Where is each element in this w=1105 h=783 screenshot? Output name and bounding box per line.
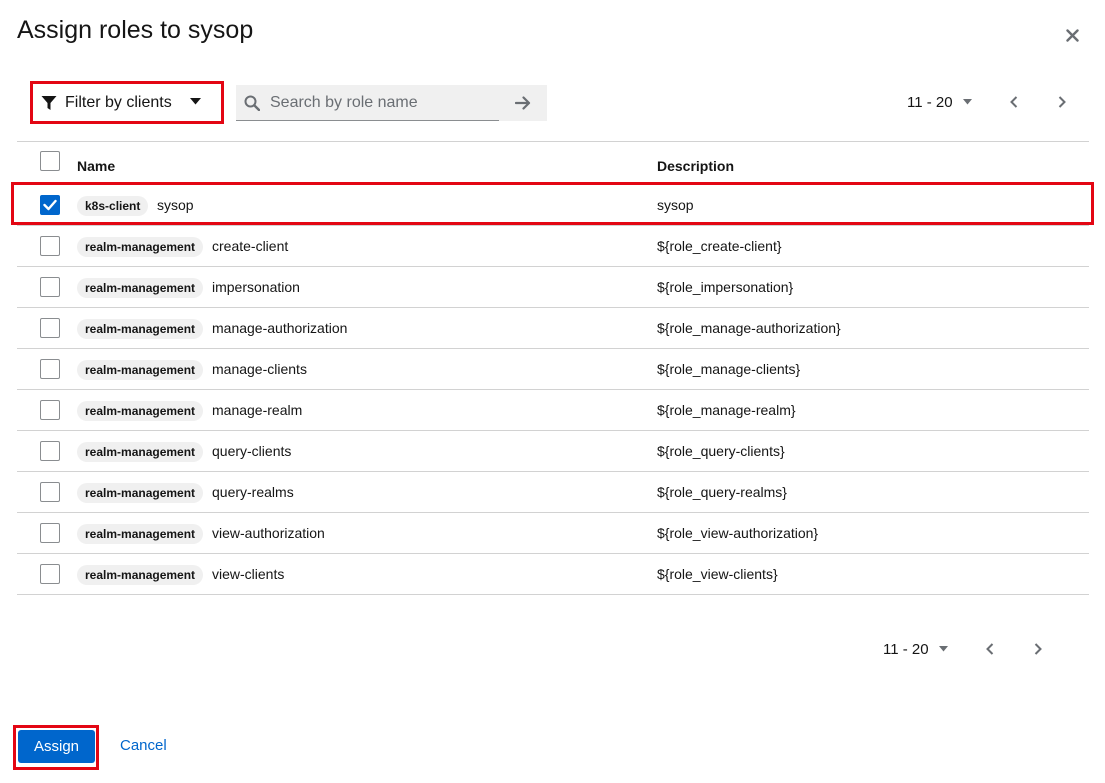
role-description: sysop bbox=[657, 197, 694, 213]
close-button[interactable] bbox=[1061, 24, 1083, 46]
pagination-top: 11 - 20 bbox=[907, 86, 1082, 118]
role-description: ${role_impersonation} bbox=[657, 279, 794, 295]
role-description: ${role_view-clients} bbox=[657, 566, 778, 582]
role-description: ${role_query-clients} bbox=[657, 443, 785, 459]
client-badge: realm-management bbox=[77, 565, 204, 585]
filter-label: Filter by clients bbox=[65, 93, 172, 111]
client-badge: realm-management bbox=[77, 278, 204, 298]
client-badge: realm-management bbox=[77, 524, 204, 544]
table-row[interactable]: realm-management manage-realm ${role_man… bbox=[17, 390, 1089, 431]
caret-down-icon bbox=[938, 646, 948, 652]
role-description: ${role_view-authorization} bbox=[657, 525, 819, 541]
chevron-right-icon bbox=[1034, 643, 1042, 655]
previous-page-button[interactable] bbox=[994, 86, 1034, 118]
next-page-button[interactable] bbox=[1042, 86, 1082, 118]
checkmark-icon bbox=[43, 199, 57, 211]
roles-table: Name Description k8s-client sysop sysop … bbox=[17, 141, 1089, 595]
role-name: view-authorization bbox=[212, 525, 325, 541]
row-checkbox[interactable] bbox=[40, 400, 60, 420]
chevron-left-icon bbox=[985, 643, 993, 655]
search-icon bbox=[244, 95, 260, 111]
close-icon bbox=[1065, 28, 1079, 42]
row-checkbox[interactable] bbox=[40, 277, 60, 297]
role-description: ${role_query-realms} bbox=[657, 484, 787, 500]
table-row[interactable]: realm-management view-clients ${role_vie… bbox=[17, 554, 1089, 595]
client-badge: realm-management bbox=[77, 442, 204, 462]
row-checkbox[interactable] bbox=[40, 523, 60, 543]
pagination-range: 11 - 20 bbox=[907, 93, 953, 111]
role-name: view-clients bbox=[212, 566, 285, 582]
chevron-right-icon bbox=[1058, 96, 1066, 108]
role-description: ${role_manage-clients} bbox=[657, 361, 801, 377]
row-checkbox[interactable] bbox=[40, 195, 60, 215]
row-checkbox[interactable] bbox=[40, 359, 60, 379]
role-name: manage-authorization bbox=[212, 320, 348, 336]
table-row[interactable]: realm-management view-authorization ${ro… bbox=[17, 513, 1089, 554]
assign-button[interactable]: Assign bbox=[18, 730, 95, 763]
next-page-button[interactable] bbox=[1018, 633, 1058, 665]
client-badge: k8s-client bbox=[77, 196, 149, 216]
pagination-range: 11 - 20 bbox=[883, 640, 929, 658]
role-name: impersonation bbox=[212, 279, 300, 295]
table-header: Name Description bbox=[17, 141, 1089, 185]
row-checkbox[interactable] bbox=[40, 564, 60, 584]
modal-title: Assign roles to sysop bbox=[17, 16, 254, 44]
table-row[interactable]: realm-management query-realms ${role_que… bbox=[17, 472, 1089, 513]
filter-icon bbox=[41, 95, 57, 110]
role-description: ${role_manage-authorization} bbox=[657, 320, 841, 336]
column-header-name: Name bbox=[77, 158, 116, 174]
row-checkbox[interactable] bbox=[40, 482, 60, 502]
pagination-range-toggle[interactable]: 11 - 20 bbox=[883, 641, 948, 658]
filter-dropdown[interactable]: Filter by clients bbox=[33, 84, 221, 121]
role-name: manage-realm bbox=[212, 402, 303, 418]
previous-page-button[interactable] bbox=[970, 633, 1010, 665]
table-row[interactable]: realm-management query-clients ${role_qu… bbox=[17, 431, 1089, 472]
client-badge: realm-management bbox=[77, 360, 204, 380]
search-input[interactable] bbox=[268, 92, 492, 113]
role-name: query-clients bbox=[212, 443, 292, 459]
pagination-bottom: 11 - 20 bbox=[883, 633, 1058, 665]
role-description: ${role_manage-realm} bbox=[657, 402, 796, 418]
row-checkbox[interactable] bbox=[40, 441, 60, 461]
caret-down-icon bbox=[190, 98, 201, 105]
search-submit-button[interactable] bbox=[499, 85, 547, 121]
client-badge: realm-management bbox=[77, 319, 204, 339]
client-badge: realm-management bbox=[77, 483, 204, 503]
pagination-range-toggle[interactable]: 11 - 20 bbox=[907, 94, 972, 111]
table-row[interactable]: realm-management manage-clients ${role_m… bbox=[17, 349, 1089, 390]
role-name: query-realms bbox=[212, 484, 294, 500]
table-row[interactable]: realm-management impersonation ${role_im… bbox=[17, 267, 1089, 308]
table-row[interactable]: realm-management create-client ${role_cr… bbox=[17, 226, 1089, 267]
role-name: create-client bbox=[212, 238, 289, 254]
chevron-left-icon bbox=[1009, 96, 1017, 108]
client-badge: realm-management bbox=[77, 237, 204, 257]
table-row[interactable]: realm-management manage-authorization ${… bbox=[17, 308, 1089, 349]
select-all-checkbox[interactable] bbox=[40, 151, 60, 171]
search-box bbox=[236, 85, 499, 121]
role-name: sysop bbox=[157, 197, 194, 213]
role-description: ${role_create-client} bbox=[657, 238, 782, 254]
row-checkbox[interactable] bbox=[40, 318, 60, 338]
table-row[interactable]: k8s-client sysop sysop bbox=[17, 185, 1089, 226]
arrow-right-icon bbox=[515, 96, 531, 110]
caret-down-icon bbox=[962, 99, 972, 105]
client-badge: realm-management bbox=[77, 401, 204, 421]
column-header-description: Description bbox=[657, 158, 735, 174]
row-checkbox[interactable] bbox=[40, 236, 60, 256]
role-name: manage-clients bbox=[212, 361, 307, 377]
cancel-button[interactable]: Cancel bbox=[120, 737, 167, 754]
